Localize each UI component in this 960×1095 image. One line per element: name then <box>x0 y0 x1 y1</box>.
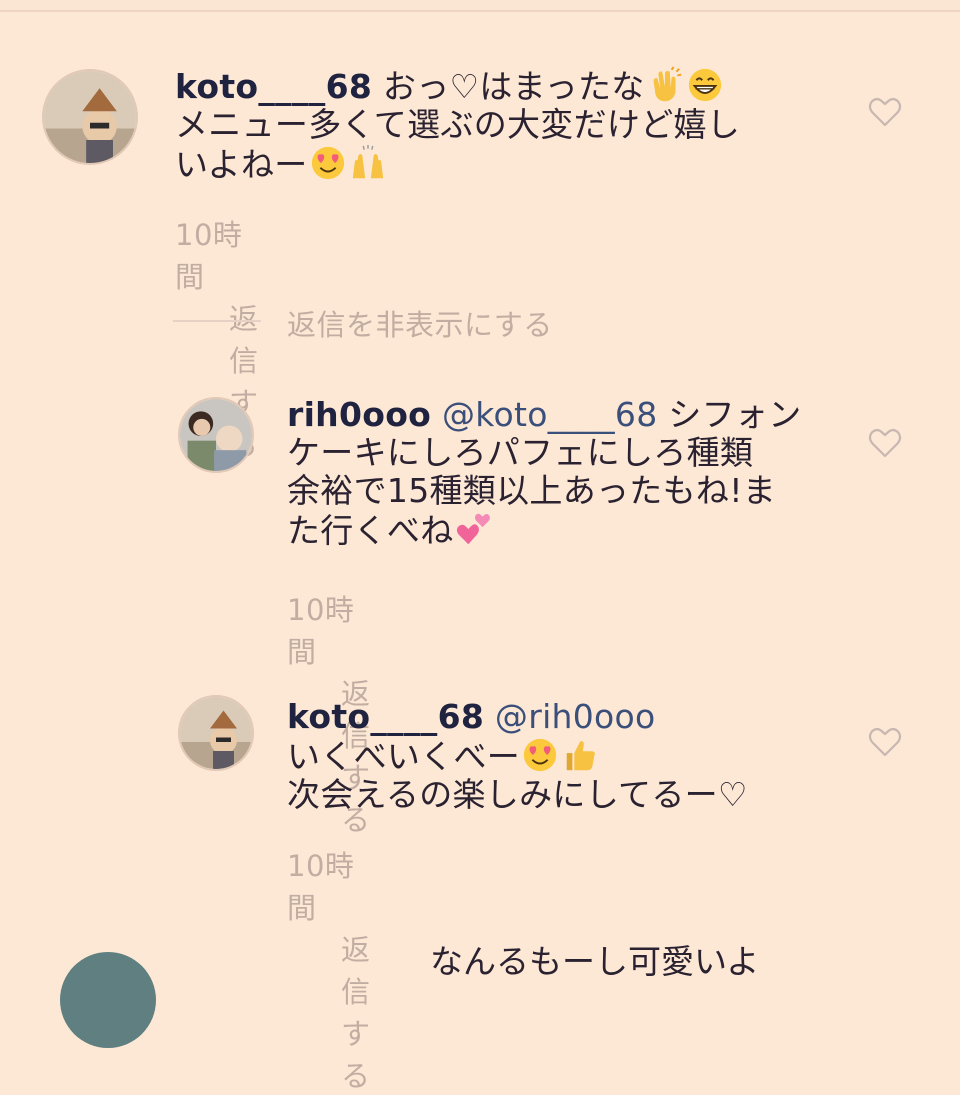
comment-text: おっ♡はまったな <box>372 67 645 106</box>
raised-hands-emoji-icon <box>349 144 387 182</box>
heart-eyes-face-emoji-icon <box>521 736 559 774</box>
mention-link[interactable]: @rih0ooo <box>484 697 655 736</box>
two-hearts-emoji-icon <box>455 510 493 548</box>
timestamp: 10時間 <box>175 218 243 294</box>
username[interactable]: koto____68 <box>175 67 372 106</box>
heart-eyes-face-emoji-icon <box>309 144 347 182</box>
comment-text: 次会えるの楽しみにしてるー♡ <box>287 775 748 814</box>
avatar[interactable] <box>60 952 156 1048</box>
comment-text: いよねー <box>175 145 308 184</box>
comment-body: rih0ooo @koto____68 シフォン ケーキにしろパフェにしろ種類 … <box>287 396 847 550</box>
like-heart-icon[interactable] <box>868 96 902 128</box>
comment-meta: 10時間返信する <box>287 843 371 1095</box>
hide-replies-button[interactable]: 返信を非表示にする <box>287 302 553 344</box>
mention-link[interactable]: @koto____68 <box>431 395 657 434</box>
like-heart-icon[interactable] <box>868 427 902 459</box>
avatar[interactable] <box>178 695 254 771</box>
avatar[interactable] <box>178 397 254 473</box>
top-divider <box>0 0 960 12</box>
comment-text: た行くべね <box>287 511 454 550</box>
timestamp: 10時間 <box>287 593 355 669</box>
comment-text: 余裕で15種類以上あったもね!ま <box>287 471 777 510</box>
reply-button[interactable]: 返信する <box>341 927 371 1095</box>
username[interactable]: koto____68 <box>287 697 484 736</box>
comment-text: シフォン <box>657 395 802 434</box>
timestamp: 10時間 <box>287 849 355 925</box>
grinning-face-emoji-icon <box>686 66 724 104</box>
comment-body: koto____68 おっ♡はまったな メニュー多くて選ぶの大変だけど嬉し いよ… <box>175 66 835 184</box>
comment-body: koto____68 @rih0ooo いくべいくべー 次会えるの楽しみにしてる… <box>287 698 847 814</box>
comment-text: いくべいくべー <box>287 737 521 776</box>
comment-text: ケーキにしろパフェにしろ種類 <box>287 433 754 472</box>
like-heart-icon[interactable] <box>868 726 902 758</box>
username[interactable]: rih0ooo <box>287 395 431 434</box>
comment-text: メニュー多くて選ぶの大変だけど嬉し <box>175 105 741 144</box>
avatar[interactable] <box>42 69 138 165</box>
replies-divider <box>173 320 261 322</box>
partial-comment-text: なんるもーし可愛いよ <box>430 942 760 981</box>
thumbs-up-emoji-icon <box>561 736 599 774</box>
clapping-hands-emoji-icon <box>646 66 684 104</box>
